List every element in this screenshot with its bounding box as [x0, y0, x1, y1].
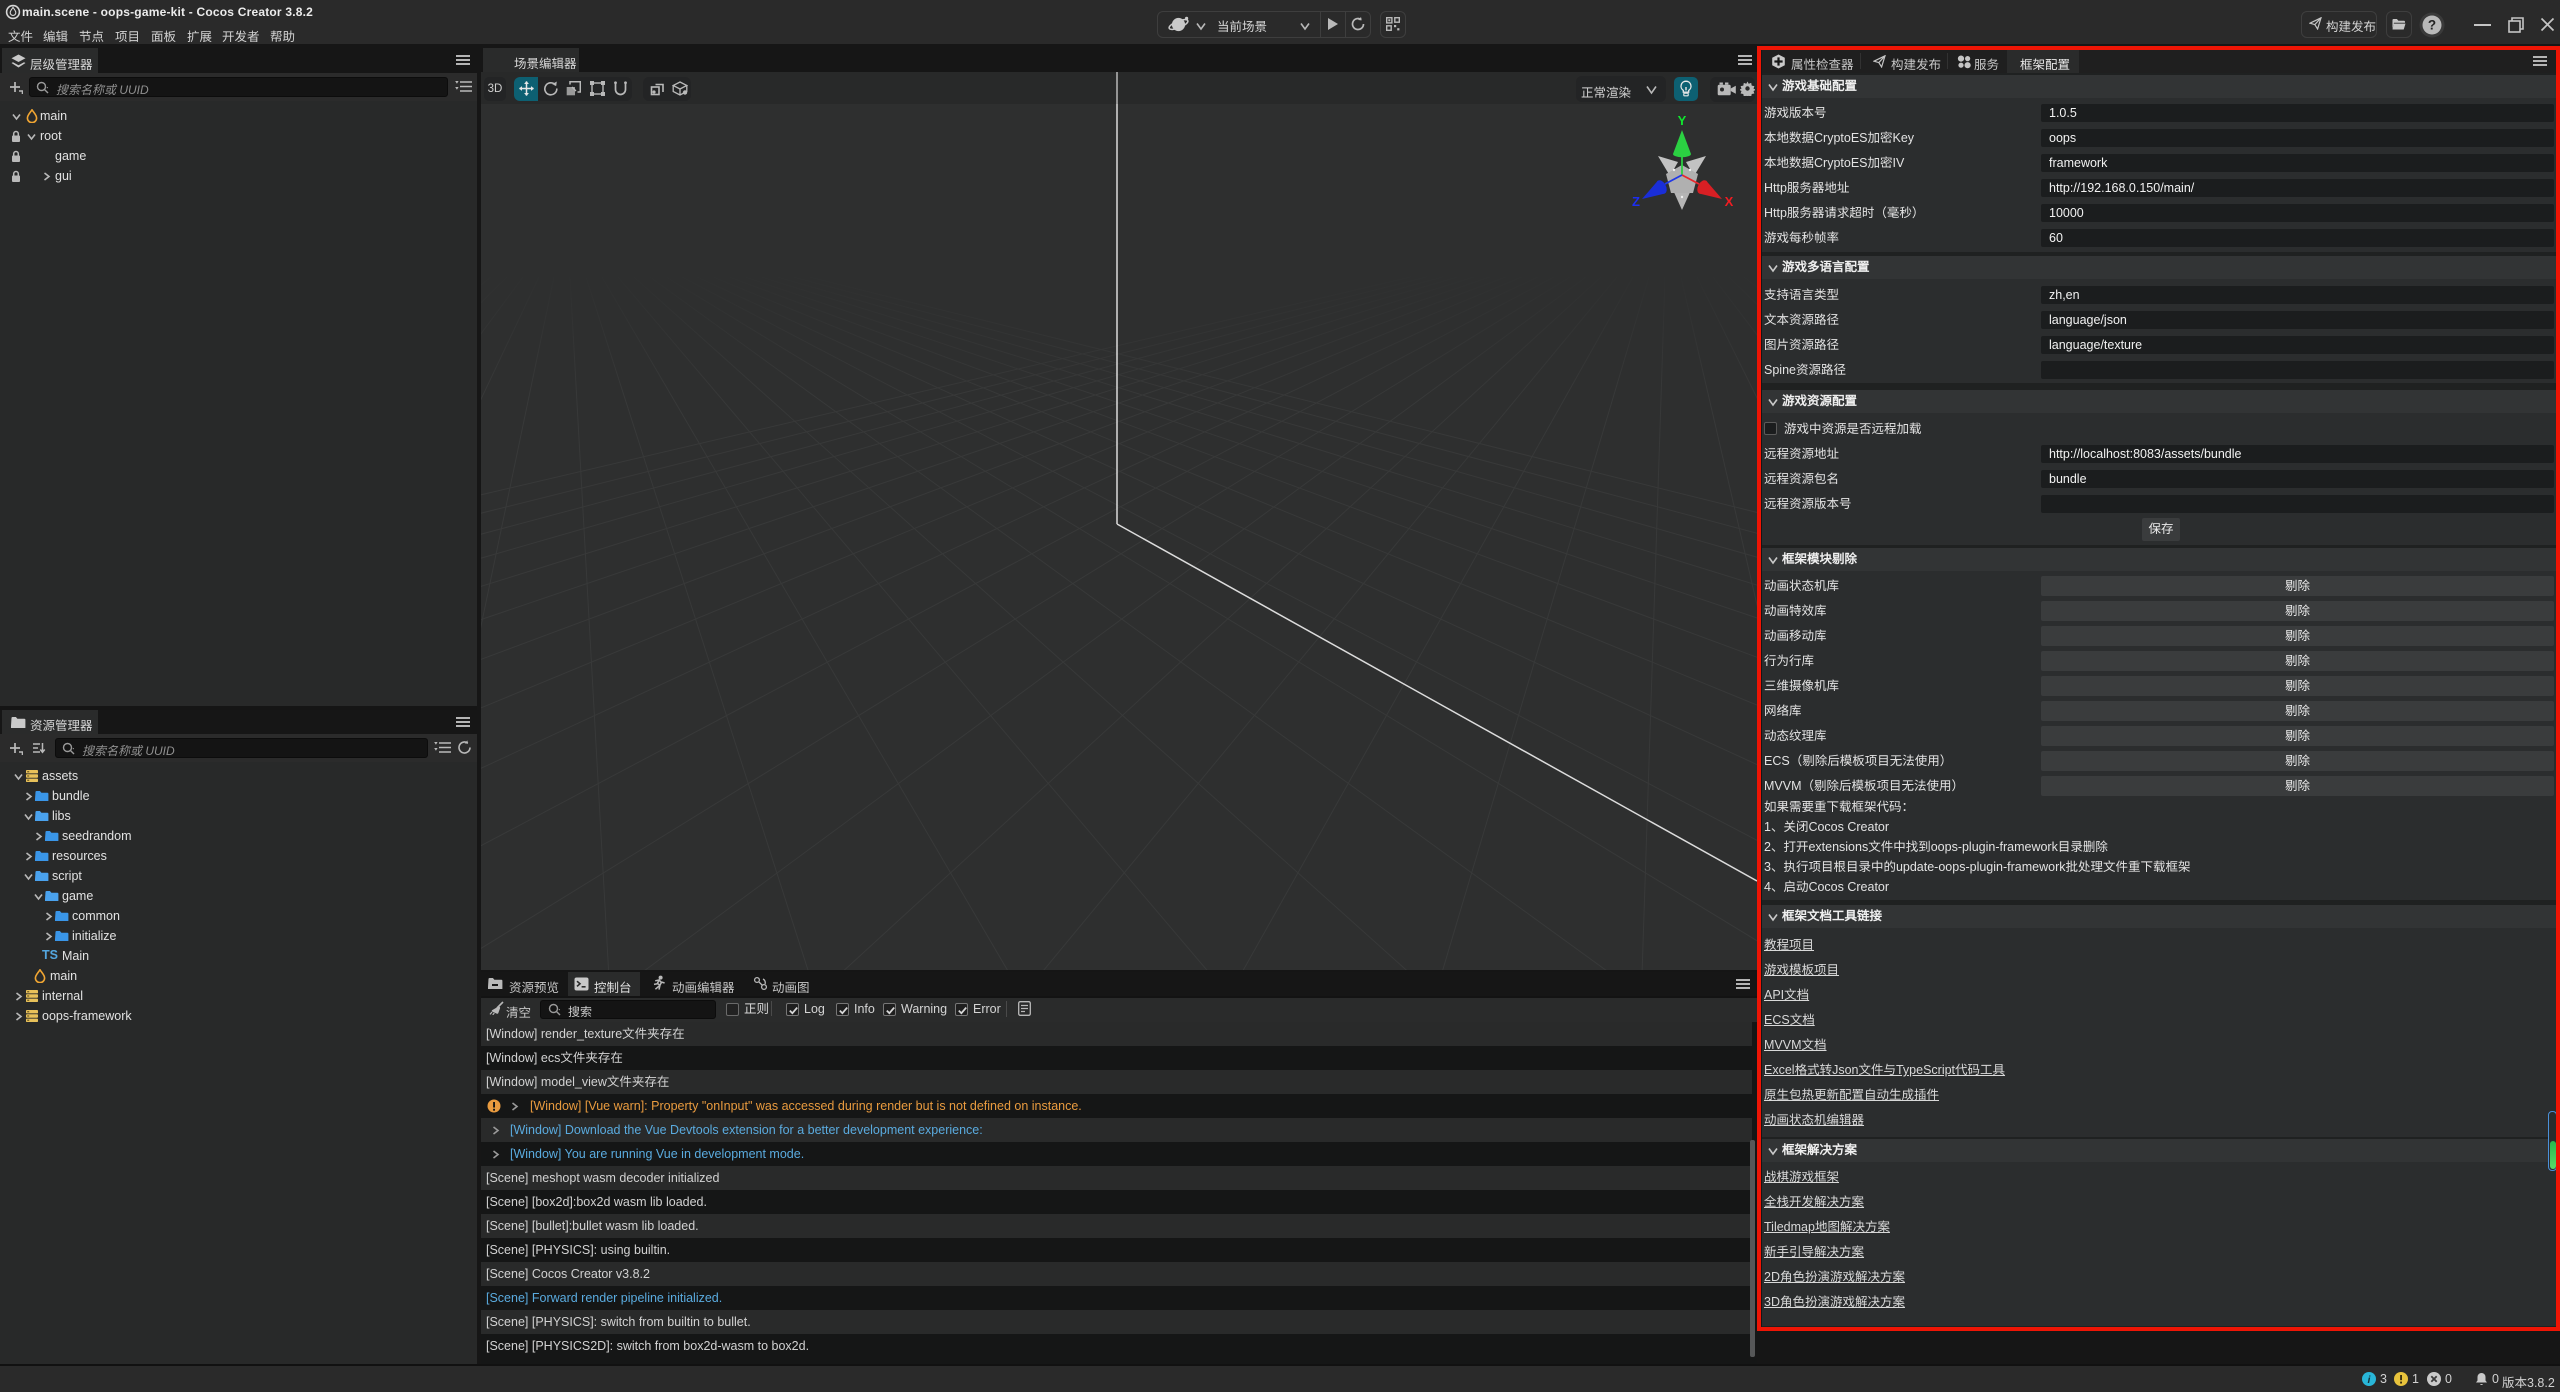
svg-text:Z: Z — [1632, 194, 1640, 209]
svg-text:X: X — [1725, 194, 1734, 209]
svg-text:Y: Y — [1678, 113, 1687, 128]
svg-text:?: ? — [2428, 18, 2436, 33]
